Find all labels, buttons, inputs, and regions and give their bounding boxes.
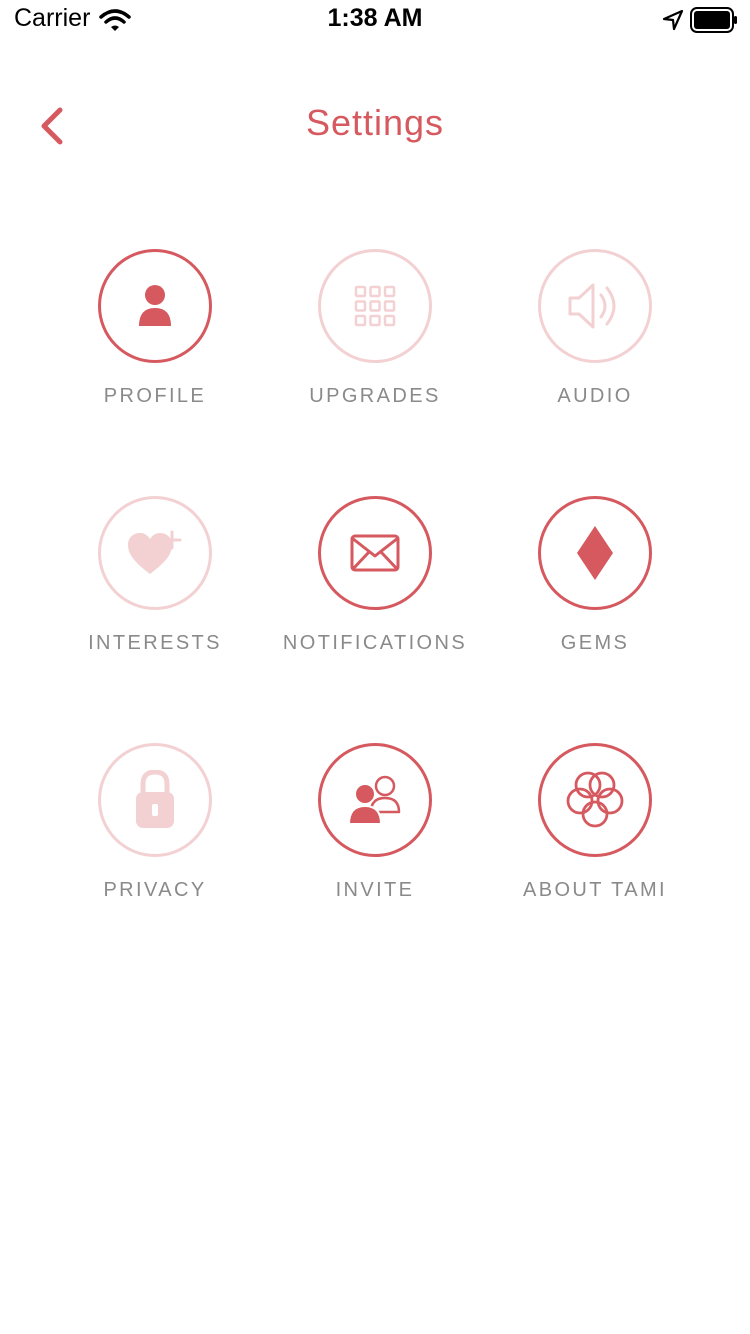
lock-icon [136, 770, 174, 828]
audio-tile[interactable]: AUDIO [488, 249, 708, 429]
heart-plus-icon [128, 530, 182, 574]
notifications-circle [318, 496, 432, 610]
flower-icon [566, 771, 624, 828]
interests-tile[interactable]: INTERESTS [48, 496, 268, 676]
profile-label: PROFILE [103, 385, 207, 407]
invite-tile[interactable]: INVITE [268, 743, 488, 923]
upgrades-tile[interactable]: UPGRADES [268, 249, 488, 429]
speaker-icon [568, 283, 616, 329]
people-icon [347, 775, 401, 825]
gems-tile[interactable]: GEMS [488, 496, 708, 676]
gems-label: GEMS [560, 632, 630, 654]
about-tami-label: ABOUT TAMI [522, 879, 668, 901]
gems-circle [538, 496, 652, 610]
profile-circle [98, 249, 212, 363]
interests-label: INTERESTS [88, 632, 222, 654]
grid-icon [354, 285, 396, 327]
envelope-icon [350, 534, 400, 572]
invite-label: INVITE [335, 879, 415, 901]
privacy-tile[interactable]: PRIVACY [48, 743, 268, 923]
notifications-tile[interactable]: NOTIFICATIONS [268, 496, 488, 676]
notifications-label: NOTIFICATIONS [282, 632, 468, 654]
invite-circle [318, 743, 432, 857]
interests-circle [98, 496, 212, 610]
about-tami-tile[interactable]: ABOUT TAMI [488, 743, 708, 923]
person-icon [139, 285, 171, 326]
about-tami-circle [538, 743, 652, 857]
profile-tile[interactable]: PROFILE [48, 249, 268, 429]
privacy-circle [98, 743, 212, 857]
diamond-icon [577, 526, 613, 580]
audio-label: AUDIO [557, 385, 633, 407]
upgrades-label: UPGRADES [309, 385, 441, 407]
upgrades-circle [318, 249, 432, 363]
settings-grid: PROFILE UPGRADES AUDIO INTERESTS NOTIFIC… [0, 0, 750, 1334]
audio-circle [538, 249, 652, 363]
privacy-label: PRIVACY [103, 879, 207, 901]
